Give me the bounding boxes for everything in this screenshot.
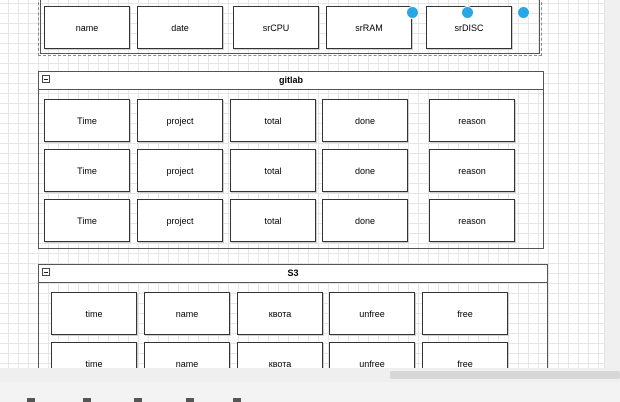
resize-handle-middle[interactable] — [461, 6, 474, 19]
cell-name[interactable]: name — [44, 6, 130, 49]
cell-label: reason — [458, 215, 486, 226]
cell-quota[interactable]: квота — [237, 342, 323, 368]
cell-time[interactable]: time — [51, 292, 137, 335]
cell-label: квота — [268, 308, 292, 319]
cell-srcpu[interactable]: srCPU — [233, 6, 319, 49]
toolbar-icon[interactable] — [83, 398, 91, 402]
group-header: S3 — [39, 265, 547, 283]
cell-project[interactable]: project — [137, 99, 223, 142]
cell-date[interactable]: date — [137, 6, 223, 49]
cell-label: srCPU — [262, 22, 290, 33]
toolbar-icon[interactable] — [27, 398, 35, 402]
cell-label: free — [457, 358, 473, 369]
cell-label: name — [75, 22, 99, 33]
cell-time[interactable]: time — [51, 342, 137, 368]
cell-project[interactable]: project — [137, 149, 223, 192]
cell-label: project — [166, 115, 194, 126]
cell-quota[interactable]: квота — [237, 292, 323, 335]
cell-time[interactable]: Time — [44, 199, 130, 242]
vertical-scrollbar[interactable] — [604, 0, 620, 368]
toolbar-icon[interactable] — [134, 398, 142, 402]
cell-label: unfree — [359, 358, 385, 369]
cell-label: project — [166, 165, 194, 176]
cell-label: reason — [458, 115, 486, 126]
cell-label: done — [354, 165, 376, 176]
cell-label: srDISC — [454, 22, 484, 33]
cell-reason[interactable]: reason — [429, 99, 515, 142]
cell-label: Time — [77, 165, 97, 176]
cell-label: date — [171, 22, 189, 33]
cell-label: done — [354, 215, 376, 226]
group-title: gitlab — [279, 75, 303, 85]
cell-label: project — [166, 215, 194, 226]
diagram-canvas[interactable]: name date srCPU srRAM srDISC gitlab Time… — [0, 0, 604, 368]
cell-label: total — [264, 165, 282, 176]
cell-label: time — [85, 308, 103, 319]
cell-label: Time — [77, 115, 97, 126]
cell-time[interactable]: Time — [44, 149, 130, 192]
cell-label: srRAM — [355, 22, 383, 33]
cell-label: name — [175, 308, 199, 319]
cell-free[interactable]: free — [422, 342, 508, 368]
cell-done[interactable]: done — [322, 149, 408, 192]
bottom-bar — [0, 368, 620, 402]
cell-unfree[interactable]: unfree — [329, 292, 415, 335]
cell-total[interactable]: total — [230, 199, 316, 242]
cell-done[interactable]: done — [322, 199, 408, 242]
cell-label: Time — [77, 215, 97, 226]
cell-unfree[interactable]: unfree — [329, 342, 415, 368]
cell-done[interactable]: done — [322, 99, 408, 142]
horizontal-scroll-thumb[interactable] — [390, 371, 620, 379]
cell-reason[interactable]: reason — [429, 199, 515, 242]
cell-free[interactable]: free — [422, 292, 508, 335]
cell-name[interactable]: name — [144, 342, 230, 368]
cell-srram[interactable]: srRAM — [326, 6, 412, 49]
cell-project[interactable]: project — [137, 199, 223, 242]
cell-total[interactable]: total — [230, 149, 316, 192]
cell-label: total — [264, 115, 282, 126]
group-title: S3 — [287, 268, 299, 278]
cell-time[interactable]: Time — [44, 99, 130, 142]
cell-label: unfree — [359, 308, 385, 319]
cell-name[interactable]: name — [144, 292, 230, 335]
cell-reason[interactable]: reason — [429, 149, 515, 192]
resize-handle-left[interactable] — [406, 6, 419, 19]
cell-label: reason — [458, 165, 486, 176]
group-header: gitlab — [39, 72, 543, 90]
cell-label: free — [457, 308, 473, 319]
cell-label: name — [175, 358, 199, 369]
horizontal-scrollbar[interactable] — [0, 368, 620, 382]
cell-total[interactable]: total — [230, 99, 316, 142]
cell-label: квота — [268, 358, 292, 369]
cell-label: total — [264, 215, 282, 226]
resize-handle-right[interactable] — [517, 6, 530, 19]
cell-label: time — [85, 358, 103, 369]
cell-label: done — [354, 115, 376, 126]
toolbar-icon[interactable] — [233, 398, 241, 402]
toolbar-icon[interactable] — [186, 398, 194, 402]
